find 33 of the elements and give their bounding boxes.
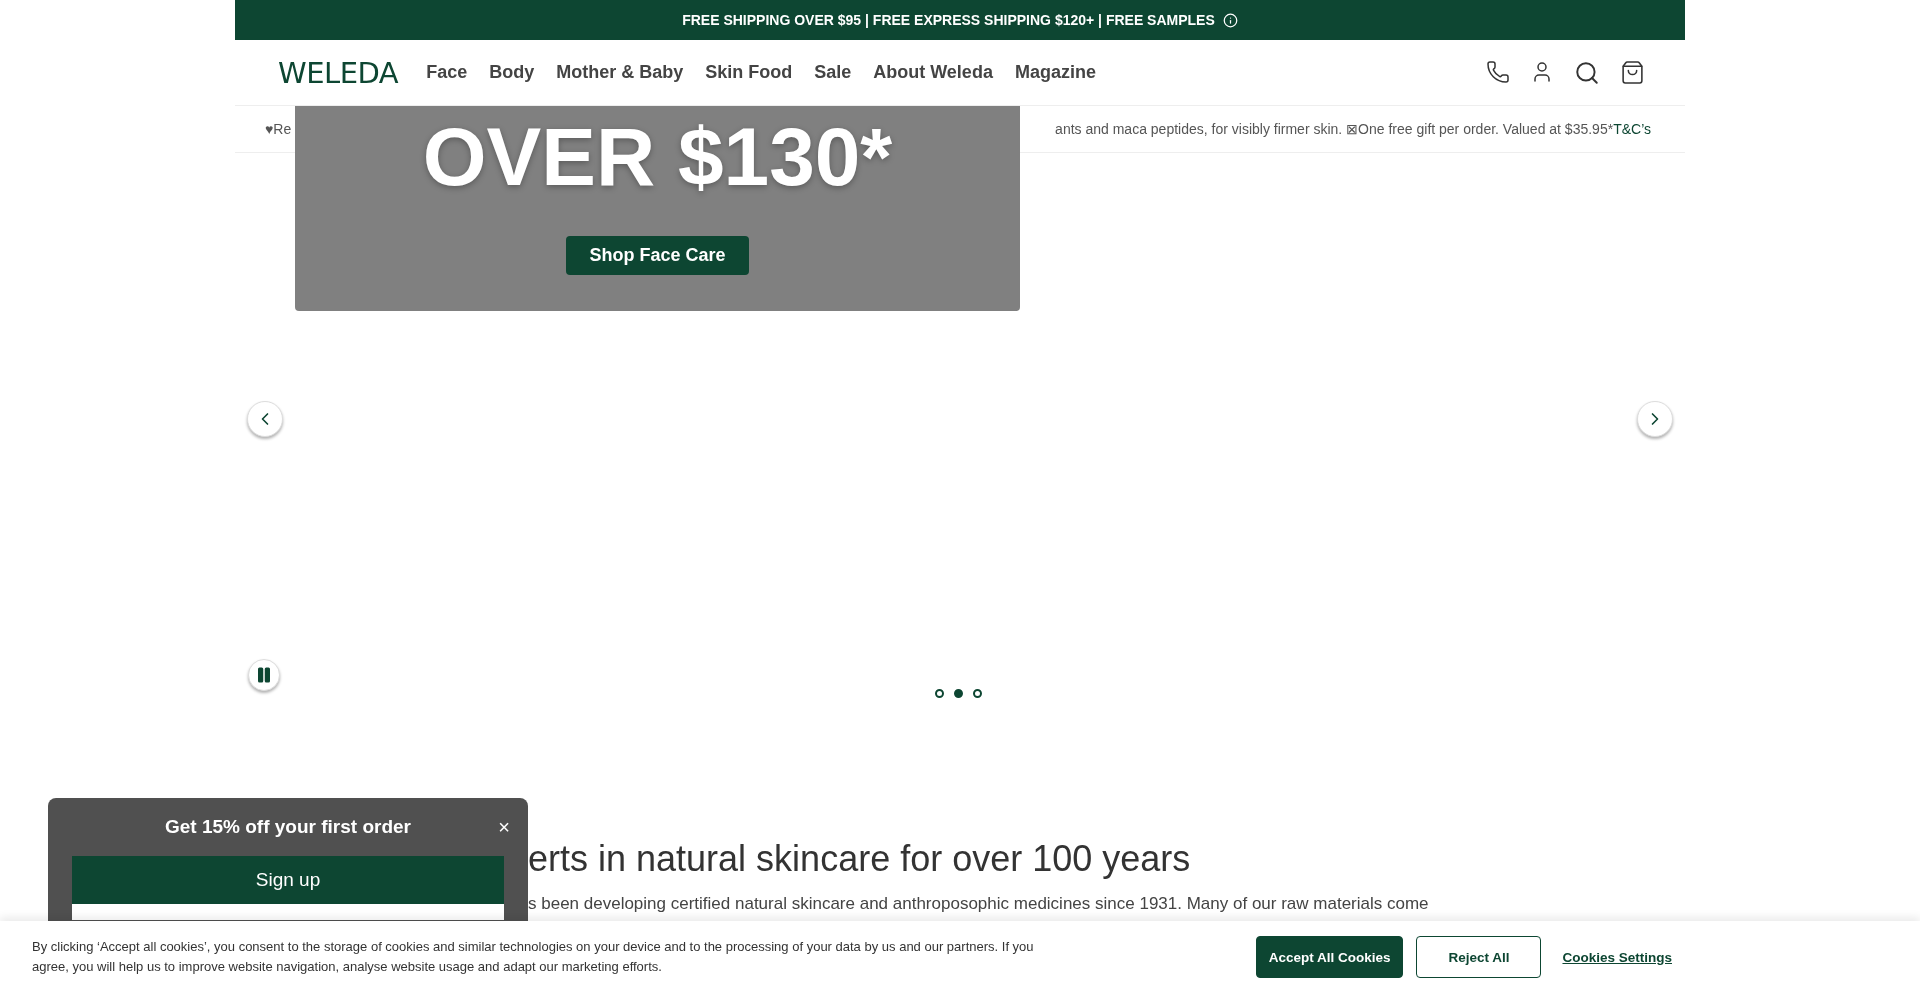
terms-link[interactable]: T&C’s bbox=[1613, 121, 1651, 137]
accept-cookies-button[interactable]: Accept All Cookies bbox=[1255, 936, 1404, 978]
hero-headline: OVER $130* bbox=[422, 116, 893, 198]
slide-dot[interactable] bbox=[935, 689, 944, 698]
cookie-text: By clicking ‘Accept all cookies’, you consent to the storage of cookies and similar technologies on your device and to the processing of your data by us and our partners. If you agree, you will help us to improve website navigation, analyse website usage and adapt our marketing efforts. bbox=[32, 938, 1035, 976]
shipping-text: FREE SHIPPING OVER $95 | FREE EXPRESS SHIPPING $120+ | FREE SAMPLES bbox=[682, 12, 1215, 28]
slide-dot[interactable] bbox=[954, 689, 963, 698]
signup-button[interactable]: Sign up bbox=[72, 856, 504, 904]
nav-link[interactable]: About Weleda bbox=[873, 62, 993, 83]
reject-button[interactable]: Reject All bbox=[1416, 936, 1542, 978]
pause-icon bbox=[255, 666, 273, 684]
nav-link[interactable]: Mother & Baby bbox=[556, 62, 684, 83]
pause-button[interactable] bbox=[248, 659, 280, 691]
nav-link[interactable]: Magazine bbox=[1014, 62, 1096, 83]
promo-text: ♥Re bbox=[265, 121, 292, 137]
popup-title: Get 15% off your first order bbox=[165, 816, 411, 838]
search-icon[interactable] bbox=[1574, 59, 1600, 86]
nav-link[interactable]: Skin Food bbox=[705, 62, 793, 83]
shop-button[interactable]: Shop Face Care bbox=[566, 236, 749, 275]
nav-link[interactable]: Face bbox=[426, 62, 468, 83]
logo[interactable]: WELEDA bbox=[278, 55, 399, 90]
nav-link[interactable]: Body bbox=[489, 62, 535, 83]
intro-text: s been developing certified natural skincare and anthroposophic medicines since 1931. Many of our raw materials come bbox=[528, 894, 1430, 914]
promo-text: ants and maca peptides, for visibly firmer skin. ⊠One free gift per order. Valued at $35.95* bbox=[1055, 121, 1614, 137]
slide-dot[interactable] bbox=[973, 689, 982, 698]
close-button[interactable]: × bbox=[494, 815, 514, 839]
phone-icon[interactable] bbox=[1486, 59, 1510, 86]
bag-icon[interactable] bbox=[1620, 59, 1645, 86]
section-heading: erts in natural skincare for over 100 years bbox=[528, 838, 1192, 880]
email-field[interactable] bbox=[72, 904, 504, 920]
cookie-settings-link[interactable]: Cookies Settings bbox=[1562, 949, 1672, 965]
info-icon[interactable] bbox=[1222, 12, 1238, 28]
nav-link[interactable]: Sale bbox=[814, 62, 852, 83]
